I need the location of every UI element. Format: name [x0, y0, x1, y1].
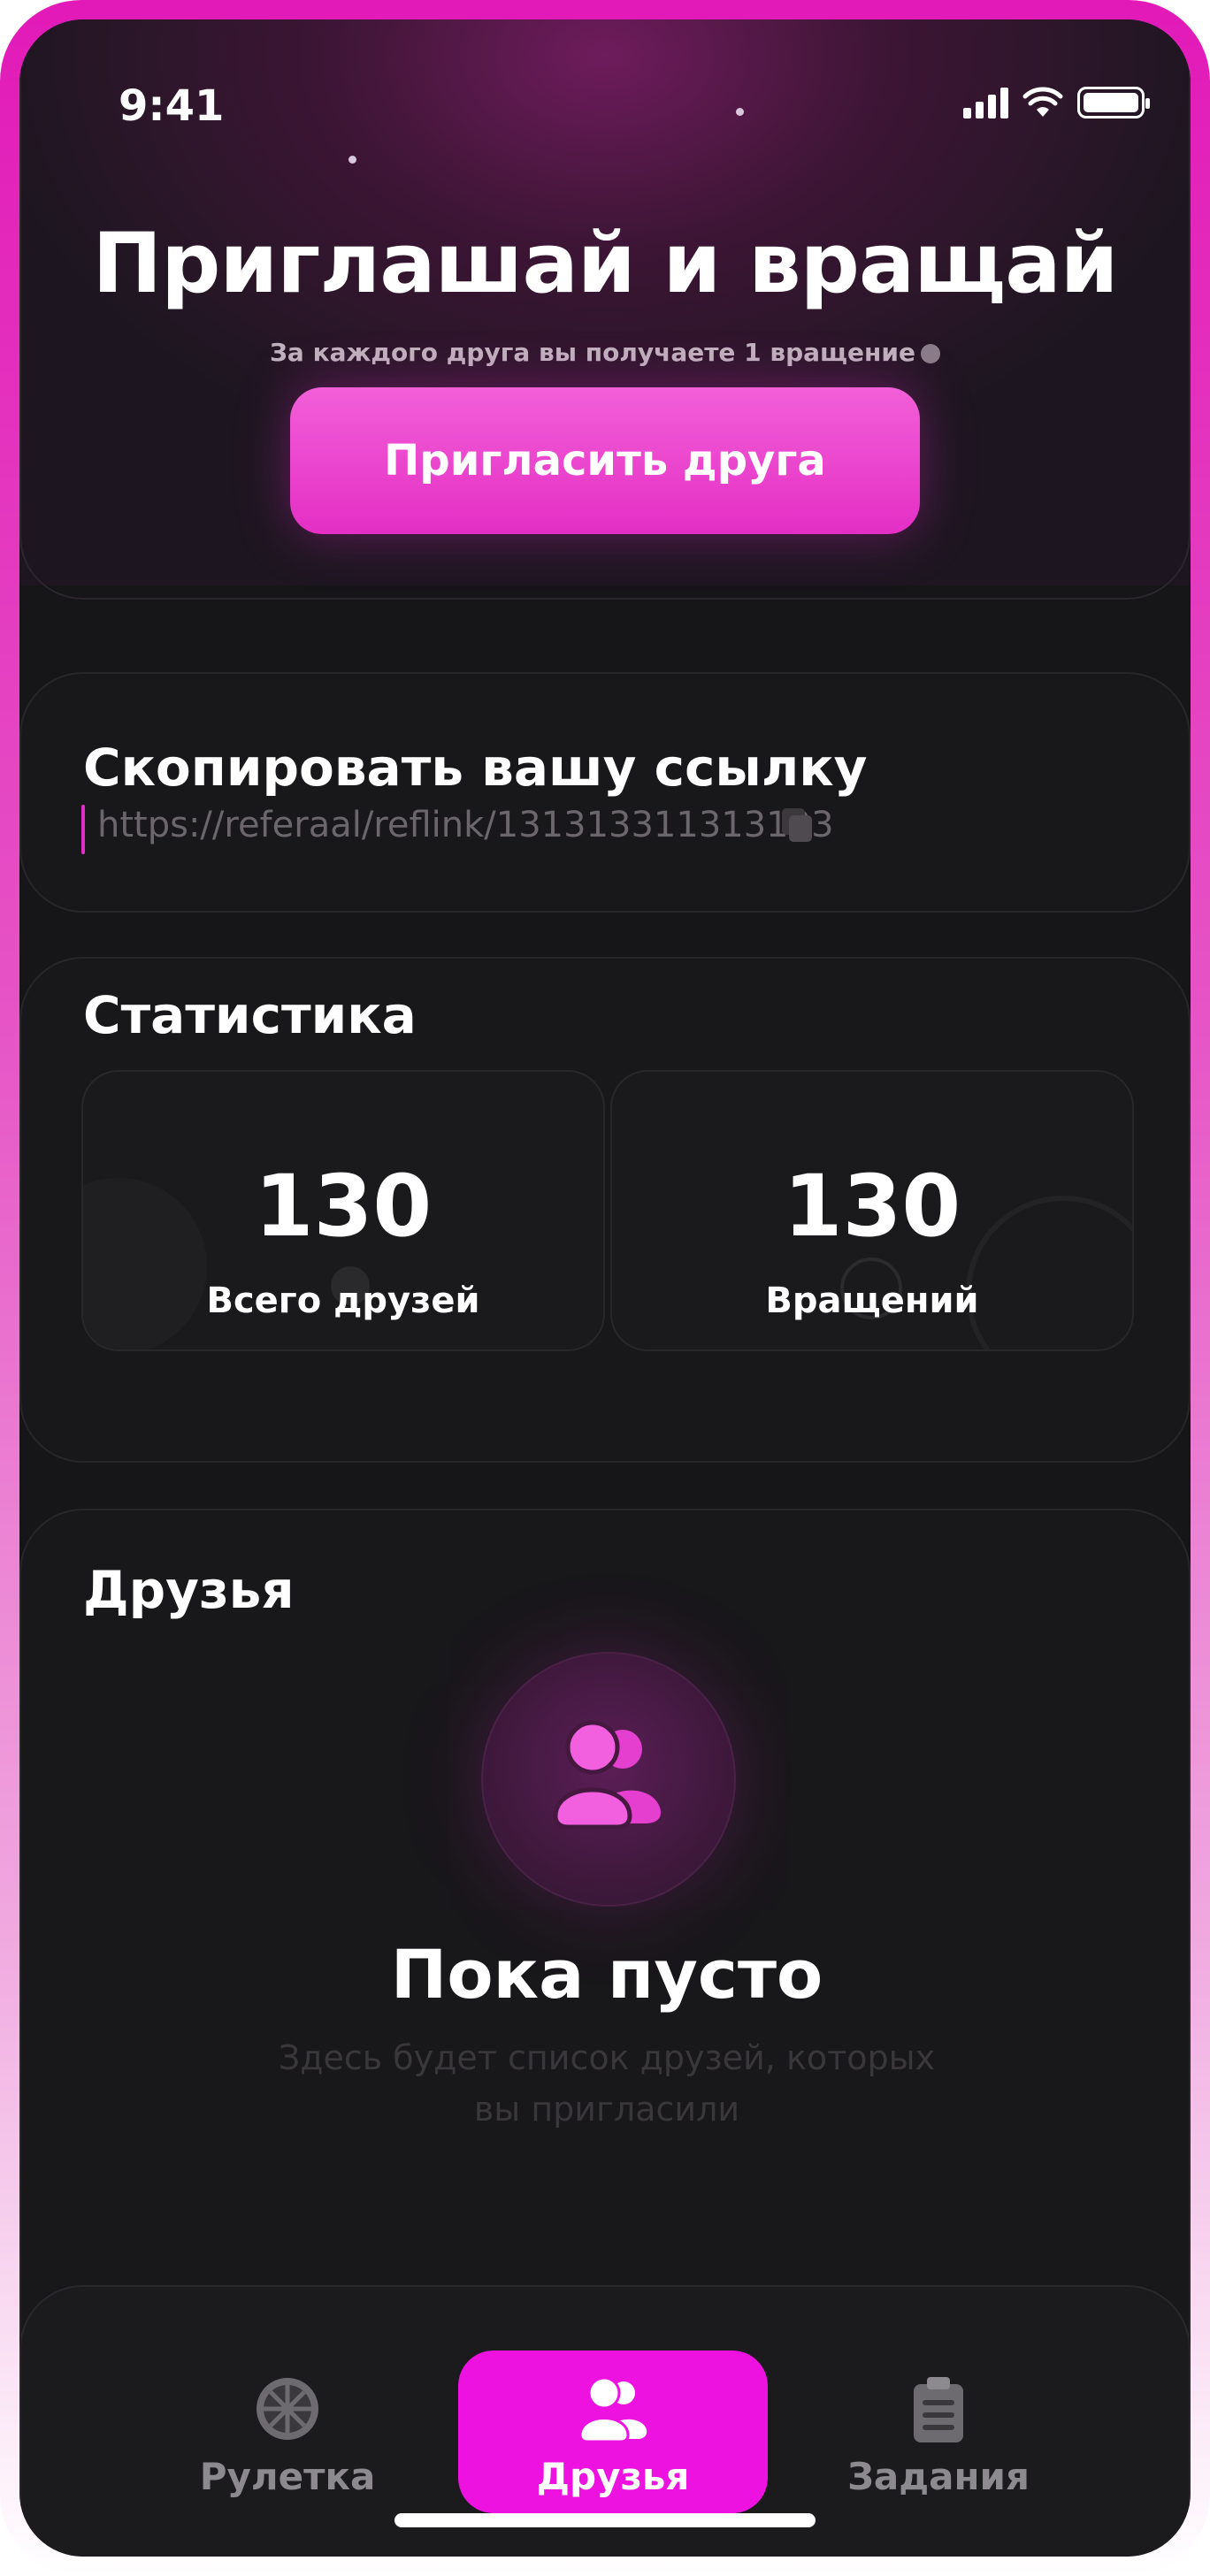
tab-roulette[interactable]: Рулетка [133, 2351, 442, 2513]
stat-friends: 130 Всего друзей [81, 1070, 605, 1351]
friends-icon [578, 2376, 647, 2443]
stat-label: Всего друзей [206, 1280, 480, 1321]
friends-card: Друзья Пока пусто Здесь будет список дру… [19, 1509, 1191, 2393]
empty-state-circle [481, 1652, 736, 1907]
wifi-icon [1022, 87, 1063, 117]
stat-spins: 130 Вращений [610, 1070, 1134, 1351]
battery-icon [1077, 87, 1150, 118]
app-screen: 9:41 Приглашай и вращай За каждого друга… [19, 19, 1191, 2557]
tab-label: Задания [847, 2455, 1030, 2498]
invite-friend-button[interactable]: Пригласить друга [290, 387, 920, 534]
roulette-wheel-icon [257, 2378, 318, 2440]
stats-card: Статистика 130 Всего друзей 130 Вращений [19, 957, 1191, 1463]
page-title: Приглашай и вращай [92, 216, 1118, 312]
referral-link[interactable]: https://referaal/reflink/131313311313133 [97, 805, 834, 845]
text-cursor [81, 805, 85, 854]
stats-title: Статистика [83, 985, 417, 1045]
cellular-signal-icon [963, 87, 1008, 118]
copy-icon[interactable] [782, 808, 816, 844]
tasks-clipboard-icon [914, 2377, 963, 2442]
hero-subtitle: За каждого друга вы получаете 1 вращение [19, 338, 1191, 367]
stat-label: Вращений [765, 1280, 979, 1321]
empty-state-description: Здесь будет список друзей, которых вы пр… [278, 2038, 936, 2129]
status-time: 9:41 [119, 81, 225, 131]
tab-tasks[interactable]: Задания [784, 2351, 1093, 2513]
tab-friends[interactable]: Друзья [458, 2351, 768, 2513]
copy-link-card[interactable]: Скопировать вашу ссылку https://referaal… [19, 672, 1191, 913]
status-icons [963, 87, 1150, 118]
hero-subtitle-text: За каждого друга вы получаете 1 вращение [270, 338, 915, 367]
empty-state-title: Пока пусто [390, 1935, 823, 2014]
friends-icon [553, 1720, 662, 1829]
copy-link-title: Скопировать вашу ссылку [83, 738, 868, 798]
friends-title: Друзья [83, 1560, 295, 1620]
spin-token-icon [920, 344, 940, 363]
tab-label: Рулетка [199, 2455, 376, 2498]
stat-value: 130 [783, 1157, 961, 1256]
tab-label: Друзья [536, 2455, 690, 2498]
home-indicator [394, 2513, 816, 2527]
stat-value: 130 [254, 1157, 433, 1256]
